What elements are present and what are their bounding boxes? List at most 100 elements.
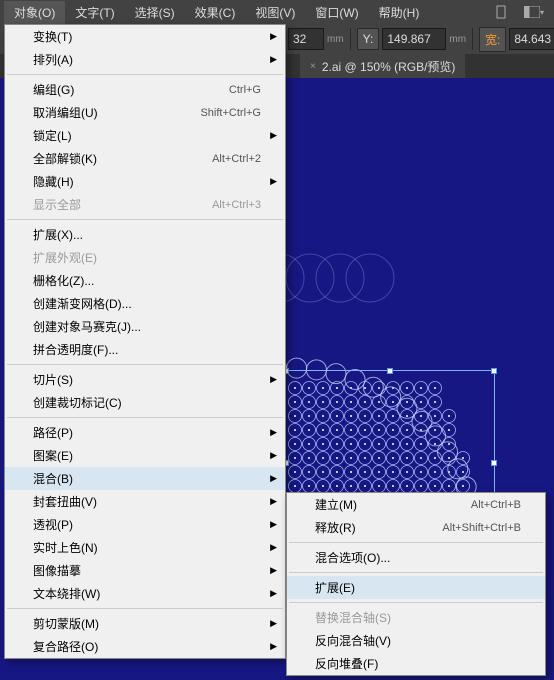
menu-item-label: 透视(P) [33, 516, 261, 533]
handle-tm[interactable] [387, 368, 393, 374]
menu-select[interactable]: 选择(S) [125, 1, 185, 24]
menu-item-label: 混合选项(O)... [315, 549, 521, 566]
menu-item-切片s[interactable]: 切片(S) ▶ [5, 368, 285, 391]
menu-item-反向堆叠f[interactable]: 反向堆叠(F) [287, 652, 545, 675]
menu-item-label: 图案(E) [33, 447, 261, 464]
menu-item-label: 替换混合轴(S) [315, 609, 521, 626]
handle-mr[interactable] [491, 460, 497, 466]
menu-item-创建渐变网格d[interactable]: 创建渐变网格(D)... [5, 292, 285, 315]
menu-item-label: 创建对象马赛克(J)... [33, 318, 261, 335]
menu-item-扩展x[interactable]: 扩展(X)... [5, 223, 285, 246]
menu-item-label: 释放(R) [315, 519, 442, 536]
handle-tr[interactable] [491, 368, 497, 374]
width-label: 宽: [479, 27, 506, 52]
menu-item-label: 剪切蒙版(M) [33, 615, 261, 632]
menu-item-label: 编组(G) [33, 81, 229, 98]
menu-effect[interactable]: 效果(C) [185, 1, 246, 24]
menu-item-隐藏h[interactable]: 隐藏(H) ▶ [5, 170, 285, 193]
shortcut-label: Alt+Ctrl+B [471, 499, 521, 511]
menu-item-混合选项o[interactable]: 混合选项(O)... [287, 546, 545, 569]
menu-item-替换混合轴s: 替换混合轴(S) [287, 606, 545, 629]
menu-item-释放r[interactable]: 释放(R)Alt+Shift+Ctrl+B [287, 516, 545, 539]
menu-item-label: 反向堆叠(F) [315, 655, 521, 672]
menu-item-label: 图像描摹 [33, 562, 261, 579]
submenu-arrow-icon: ▶ [270, 588, 277, 599]
menu-item-label: 显示全部 [33, 196, 212, 213]
menu-view[interactable]: 视图(V) [245, 1, 305, 24]
tab-document-2[interactable]: × 2.ai @ 150% (RGB/预览) [300, 54, 465, 79]
menu-item-文本绕排w[interactable]: 文本绕排(W) ▶ [5, 582, 285, 605]
unit-x: mm [327, 34, 344, 45]
menu-item-label: 创建渐变网格(D)... [33, 295, 261, 312]
menu-item-变换t[interactable]: 变换(T) ▶ [5, 25, 285, 48]
menu-item-拼合透明度f[interactable]: 拼合透明度(F)... [5, 338, 285, 361]
menu-item-label: 栅格化(Z)... [33, 272, 261, 289]
shortcut-label: Alt+Ctrl+2 [212, 153, 261, 165]
shortcut-label: Ctrl+G [229, 84, 261, 96]
submenu-arrow-icon: ▶ [270, 565, 277, 576]
submenu-arrow-icon: ▶ [270, 176, 277, 187]
menu-item-编组g[interactable]: 编组(G)Ctrl+G [5, 78, 285, 101]
menu-item-实时上色n[interactable]: 实时上色(N) ▶ [5, 536, 285, 559]
shortcut-label: Alt+Shift+Ctrl+B [442, 522, 521, 534]
y-input[interactable]: 149.867 [382, 28, 446, 50]
menu-item-图案e[interactable]: 图案(E) ▶ [5, 444, 285, 467]
width-input[interactable]: 84.643 [509, 28, 554, 50]
menu-item-排列a[interactable]: 排列(A)▶ [5, 48, 285, 71]
menu-item-图像描摹[interactable]: 图像描摹 ▶ [5, 559, 285, 582]
submenu-arrow-icon: ▶ [270, 496, 277, 507]
submenu-arrow-icon: ▶ [270, 519, 277, 530]
menu-window[interactable]: 窗口(W) [305, 1, 368, 24]
menu-item-label: 路径(P) [33, 424, 261, 441]
menu-item-label: 隐藏(H) [33, 173, 261, 190]
submenu-arrow-icon: ▶ [270, 618, 277, 629]
x-value-partial[interactable]: 32 [288, 28, 324, 50]
submenu-arrow-icon: ▶ [270, 641, 277, 652]
tab-label: 2.ai @ 150% (RGB/预览) [322, 58, 456, 75]
menu-item-label: 锁定(L) [33, 127, 261, 144]
menu-item-label: 扩展(E) [315, 579, 521, 596]
menu-item-label: 反向混合轴(V) [315, 632, 521, 649]
menu-item-封套扭曲v[interactable]: 封套扭曲(V)▶ [5, 490, 285, 513]
document-icon[interactable] [492, 4, 512, 20]
close-icon[interactable]: × [310, 61, 316, 72]
menu-item-全部解锁k[interactable]: 全部解锁(K)Alt+Ctrl+2 [5, 147, 285, 170]
menu-item-锁定l[interactable]: 锁定(L)▶ [5, 124, 285, 147]
menu-item-label: 全部解锁(K) [33, 150, 212, 167]
menu-item-反向混合轴v[interactable]: 反向混合轴(V) [287, 629, 545, 652]
submenu-arrow-icon: ▶ [270, 427, 277, 438]
menu-item-剪切蒙版m[interactable]: 剪切蒙版(M) ▶ [5, 612, 285, 635]
object-menu-dropdown: 变换(T)▶排列(A)▶编组(G)Ctrl+G取消编组(U)Shift+Ctrl… [4, 24, 286, 659]
submenu-arrow-icon: ▶ [270, 450, 277, 461]
menubar: 对象(O) 文字(T) 选择(S) 效果(C) 视图(V) 窗口(W) 帮助(H… [0, 0, 554, 24]
layout-icon[interactable]: ▾ [524, 4, 544, 20]
menu-item-label: 混合(B) [33, 470, 261, 487]
menu-object[interactable]: 对象(O) [4, 1, 65, 24]
menu-item-路径p[interactable]: 路径(P) ▶ [5, 421, 285, 444]
blend-submenu: 建立(M)Alt+Ctrl+B释放(R)Alt+Shift+Ctrl+B混合选项… [286, 492, 546, 676]
submenu-arrow-icon: ▶ [270, 31, 277, 42]
menu-item-混合b[interactable]: 混合(B) ▶ [5, 467, 285, 490]
menu-item-栅格化z[interactable]: 栅格化(Z)... [5, 269, 285, 292]
menu-item-取消编组u[interactable]: 取消编组(U)Shift+Ctrl+G [5, 101, 285, 124]
menu-item-label: 变换(T) [33, 28, 261, 45]
menu-item-复合路径o[interactable]: 复合路径(O)▶ [5, 635, 285, 658]
unit-y: mm [449, 34, 466, 45]
menu-item-label: 切片(S) [33, 371, 261, 388]
menu-item-label: 文本绕排(W) [33, 585, 261, 602]
menu-help[interactable]: 帮助(H) [369, 1, 430, 24]
submenu-arrow-icon: ▶ [270, 473, 277, 484]
shortcut-label: Shift+Ctrl+G [200, 107, 261, 119]
menu-item-label: 扩展外观(E) [33, 249, 261, 266]
menu-item-创建对象马赛克j[interactable]: 创建对象马赛克(J)... [5, 315, 285, 338]
menu-item-label: 实时上色(N) [33, 539, 261, 556]
submenu-arrow-icon: ▶ [270, 374, 277, 385]
menu-item-扩展e[interactable]: 扩展(E) [287, 576, 545, 599]
menu-item-显示全部: 显示全部Alt+Ctrl+3 [5, 193, 285, 216]
menu-item-建立m[interactable]: 建立(M)Alt+Ctrl+B [287, 493, 545, 516]
menu-item-创建裁切标记c[interactable]: 创建裁切标记(C) [5, 391, 285, 414]
submenu-arrow-icon: ▶ [270, 542, 277, 553]
y-label: Y: [357, 28, 380, 50]
menu-item-透视p[interactable]: 透视(P) ▶ [5, 513, 285, 536]
menu-type[interactable]: 文字(T) [65, 1, 124, 24]
